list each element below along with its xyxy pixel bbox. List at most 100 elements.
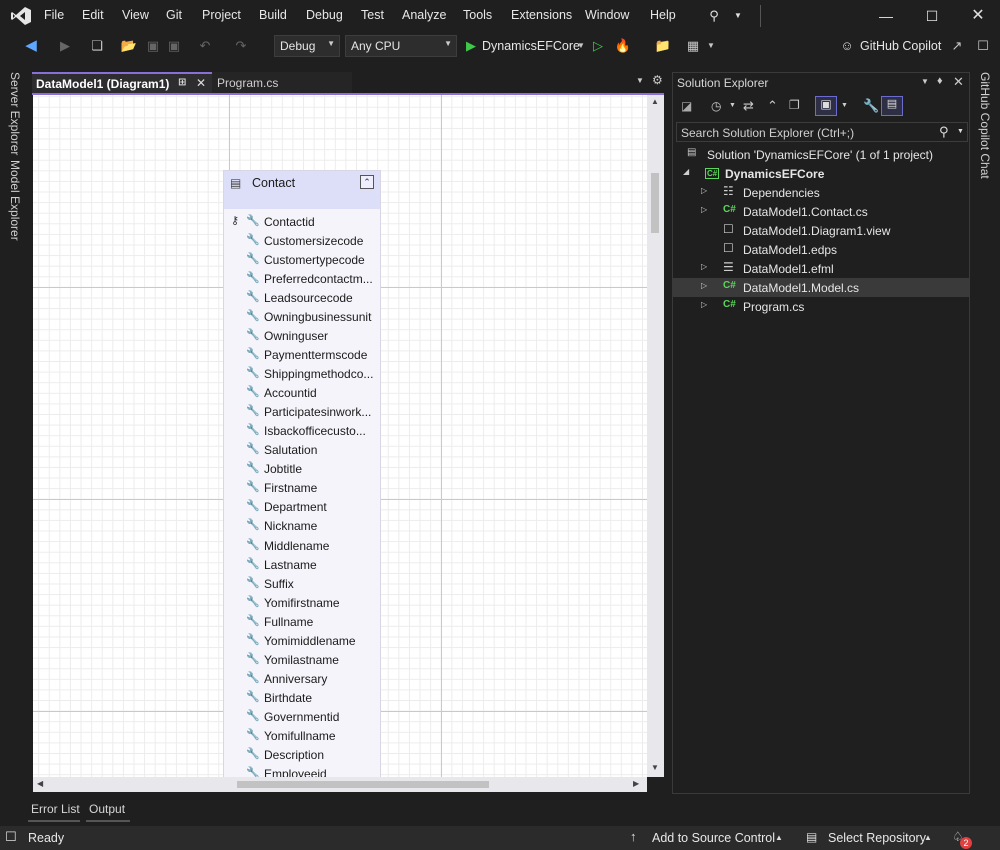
- preview-selected-items-icon[interactable]: ▤: [881, 96, 903, 116]
- minimize-icon[interactable]: —: [874, 6, 898, 26]
- add-to-source-control-button[interactable]: Add to Source Control: [652, 831, 775, 845]
- tree-item[interactable]: ▷ C# DataModel1.Model.cs: [673, 278, 969, 297]
- start-without-debugging-icon[interactable]: ▷: [589, 37, 607, 55]
- search-options-dropdown-icon[interactable]: ▼: [957, 128, 964, 135]
- tree-project-node[interactable]: ◢ C# DynamicsEFCore: [673, 164, 969, 183]
- solution-explorer-search-input[interactable]: Search Solution Explorer (Ctrl+;) ⚲ ▼: [676, 122, 968, 142]
- entity-property-row[interactable]: 🔧 Yomifirstname: [230, 594, 380, 613]
- entity-property-row[interactable]: 🔧 Employeeid: [230, 765, 380, 777]
- new-project-icon[interactable]: ❏: [88, 37, 106, 55]
- start-debugging-icon[interactable]: ▶: [462, 37, 480, 55]
- caret-up-icon[interactable]: ▲: [924, 833, 932, 842]
- open-folder-icon[interactable]: 📂: [120, 37, 138, 55]
- entity-property-row[interactable]: 🔧 Fullname: [230, 613, 380, 632]
- forward-icon[interactable]: ▶: [56, 37, 74, 55]
- chat-icon[interactable]: ☐: [5, 829, 17, 845]
- scroll-up-icon[interactable]: ▲: [651, 97, 659, 106]
- history-dropdown-icon[interactable]: ▼: [729, 102, 736, 109]
- vertical-scroll-thumb[interactable]: [651, 173, 659, 233]
- entity-property-row[interactable]: 🔧 Governmentid: [230, 708, 380, 727]
- entity-property-row[interactable]: 🔧 Shippingmethodco...: [230, 365, 380, 384]
- show-all-files-icon[interactable]: ❐: [789, 98, 800, 112]
- copilot-icon[interactable]: ☺: [838, 37, 856, 55]
- expanded-arrow-icon[interactable]: ◢: [683, 167, 689, 176]
- entity-property-row[interactable]: 🔧 Jobtitle: [230, 460, 380, 479]
- entity-property-row[interactable]: 🔧 Yomilastname: [230, 651, 380, 670]
- maximize-icon[interactable]: ☐: [920, 6, 944, 26]
- scroll-down-icon[interactable]: ▼: [651, 763, 659, 772]
- diagram-canvas[interactable]: ▤ Contact ⌃ ⚷ 🔧 Contactid 🔧 Customersizecode…: [33, 95, 647, 777]
- collapse-all-icon[interactable]: ⌃: [767, 98, 778, 114]
- menu-test[interactable]: Test: [361, 8, 384, 22]
- menu-file[interactable]: File: [44, 8, 64, 22]
- entity-property-row[interactable]: 🔧 Customersizecode: [230, 232, 380, 251]
- vertical-scrollbar[interactable]: ▲ ▼: [647, 95, 664, 777]
- entity-property-row[interactable]: 🔧 Preferredcontactm...: [230, 270, 380, 289]
- close-icon[interactable]: ✕: [966, 6, 990, 26]
- collapsed-arrow-icon[interactable]: ▷: [701, 205, 707, 214]
- menu-build[interactable]: Build: [259, 8, 287, 22]
- save-all-icon[interactable]: ▣: [165, 37, 183, 55]
- search-dropdown-icon[interactable]: ▼: [726, 6, 750, 26]
- hot-reload-icon[interactable]: 🔥: [614, 37, 632, 55]
- tab-error-list[interactable]: Error List: [28, 798, 80, 822]
- entity-property-row[interactable]: 🔧 Owninguser: [230, 327, 380, 346]
- entity-property-row[interactable]: 🔧 Middlename: [230, 537, 380, 556]
- entity-property-row[interactable]: 🔧 Department: [230, 498, 380, 517]
- caret-up-icon[interactable]: ▲: [775, 833, 783, 842]
- entity-contact[interactable]: ▤ Contact ⌃ ⚷ 🔧 Contactid 🔧 Customersizecode…: [223, 170, 381, 777]
- menu-help[interactable]: Help: [650, 8, 676, 22]
- platform-dropdown[interactable]: Any CPU ▼: [345, 35, 457, 57]
- entity-property-row[interactable]: 🔧 Birthdate: [230, 689, 380, 708]
- tree-item[interactable]: ▷ ☷ Dependencies: [673, 183, 969, 202]
- close-tab-icon[interactable]: ✕: [196, 76, 206, 90]
- horizontal-scroll-thumb[interactable]: [237, 781, 489, 788]
- collapse-icon[interactable]: ⌃: [360, 175, 374, 189]
- entity-property-row[interactable]: ⚷ 🔧 Contactid: [230, 213, 380, 232]
- pin-icon[interactable]: ⊞: [178, 77, 186, 88]
- entity-header[interactable]: ▤ Contact ⌃: [224, 171, 380, 209]
- entity-property-row[interactable]: 🔧 Participatesinwork...: [230, 403, 380, 422]
- configuration-dropdown[interactable]: Debug ▼: [274, 35, 340, 57]
- close-panel-icon[interactable]: ✕: [953, 74, 964, 90]
- entity-property-row[interactable]: 🔧 Owningbusinessunit: [230, 308, 380, 327]
- tree-item[interactable]: ☐ DataModel1.Diagram1.view: [673, 221, 969, 240]
- redo-icon[interactable]: ↷: [232, 37, 250, 55]
- menu-tools[interactable]: Tools: [463, 8, 492, 22]
- entity-property-row[interactable]: 🔧 Suffix: [230, 575, 380, 594]
- tree-item[interactable]: ▷ C# Program.cs: [673, 297, 969, 316]
- search-icon[interactable]: ⚲: [939, 124, 949, 140]
- settings-gear-icon[interactable]: ⚙: [652, 73, 663, 87]
- scroll-left-icon[interactable]: ◀: [37, 779, 43, 788]
- track-active-item-icon[interactable]: ▣: [815, 96, 837, 116]
- entity-property-row[interactable]: 🔧 Description: [230, 746, 380, 765]
- entity-property-row[interactable]: 🔧 Lastname: [230, 556, 380, 575]
- pin-icon[interactable]: ♦: [937, 75, 943, 87]
- collapsed-arrow-icon[interactable]: ▷: [701, 186, 707, 195]
- entity-property-row[interactable]: 🔧 Nickname: [230, 517, 380, 536]
- model-explorer-tab[interactable]: Model Explorer: [8, 160, 22, 241]
- menu-project[interactable]: Project: [202, 8, 241, 22]
- server-explorer-tab[interactable]: Server Explorer: [8, 72, 22, 155]
- menu-edit[interactable]: Edit: [82, 8, 104, 22]
- entity-property-row[interactable]: 🔧 Accountid: [230, 384, 380, 403]
- github-copilot-button[interactable]: GitHub Copilot: [860, 39, 941, 53]
- menu-extensions[interactable]: Extensions: [511, 8, 572, 22]
- scroll-right-icon[interactable]: ▶: [633, 779, 639, 788]
- horizontal-scrollbar[interactable]: ◀ ▶: [33, 777, 647, 792]
- startup-dropdown-icon[interactable]: ▼: [572, 37, 590, 55]
- menu-window[interactable]: Window: [585, 8, 629, 22]
- menu-view[interactable]: View: [122, 8, 149, 22]
- entity-property-row[interactable]: 🔧 Anniversary: [230, 670, 380, 689]
- search-icon[interactable]: ⚲: [702, 6, 726, 26]
- undo-icon[interactable]: ↶: [196, 37, 214, 55]
- properties-wrench-icon[interactable]: 🔧: [863, 98, 879, 114]
- tree-item[interactable]: ☐ DataModel1.edps: [673, 240, 969, 259]
- entity-property-row[interactable]: 🔧 Yomifullname: [230, 727, 380, 746]
- tree-solution-node[interactable]: ▤ Solution 'DynamicsEFCore' (1 of 1 proj…: [673, 145, 969, 164]
- entity-property-row[interactable]: 🔧 Customertypecode: [230, 251, 380, 270]
- collapsed-arrow-icon[interactable]: ▷: [701, 300, 707, 309]
- select-repository-button[interactable]: Select Repository: [828, 831, 926, 845]
- collapsed-arrow-icon[interactable]: ▷: [701, 262, 707, 271]
- tree-item[interactable]: ▷ C# DataModel1.Contact.cs: [673, 202, 969, 221]
